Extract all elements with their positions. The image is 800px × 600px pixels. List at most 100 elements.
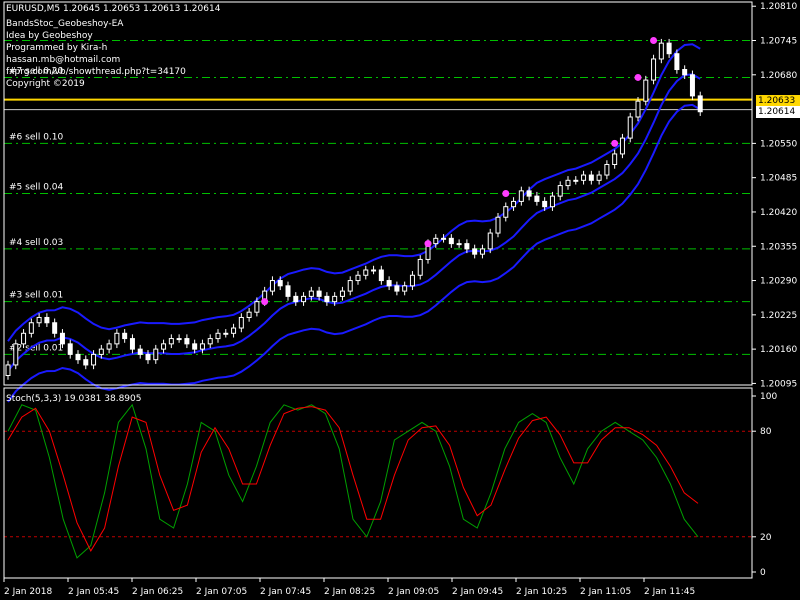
stoch-main-line bbox=[7, 403, 699, 559]
candle-body bbox=[176, 338, 182, 341]
stoch-tick-label: 0 bbox=[760, 568, 766, 578]
candle-body bbox=[59, 332, 65, 345]
time-tick-label: 2 Jan 10:25 bbox=[516, 587, 567, 597]
candle-body bbox=[402, 285, 408, 292]
stoch-tick-label: 100 bbox=[760, 392, 777, 402]
candle-body bbox=[153, 348, 159, 361]
sell-marker bbox=[634, 73, 642, 81]
candle-body bbox=[565, 179, 571, 187]
candle-body bbox=[666, 42, 672, 55]
candle-body bbox=[21, 332, 27, 345]
candle-body bbox=[441, 237, 447, 240]
candle-body bbox=[293, 295, 299, 303]
candle-body bbox=[448, 237, 454, 245]
stochastic-lines bbox=[7, 403, 699, 559]
stoch-tick-label: 20 bbox=[760, 533, 772, 543]
candle-body bbox=[588, 174, 594, 181]
candle-body bbox=[378, 269, 384, 282]
candle-body bbox=[371, 269, 377, 272]
price-tick-label: 1.20810 bbox=[760, 2, 797, 12]
candle-body bbox=[409, 274, 415, 287]
candle-body bbox=[308, 290, 314, 297]
bollinger-bands bbox=[7, 43, 701, 403]
candle-body bbox=[689, 74, 695, 97]
candle-body bbox=[596, 174, 602, 181]
time-tick-label: 2 Jan 07:05 bbox=[196, 587, 247, 597]
candle-body bbox=[223, 332, 229, 335]
programmed-line: Programmed by Kira-h bbox=[6, 43, 108, 53]
price-tick-label: 1.20420 bbox=[760, 208, 797, 218]
candle-body bbox=[129, 338, 135, 350]
candle-body bbox=[355, 274, 361, 282]
candle-body bbox=[332, 295, 338, 303]
candle-body bbox=[215, 332, 221, 340]
band-lower bbox=[7, 103, 701, 403]
candle-body bbox=[277, 280, 283, 287]
candle-body bbox=[549, 195, 555, 208]
candle-body bbox=[238, 316, 244, 329]
price-tick-label: 1.20745 bbox=[760, 37, 797, 47]
order-label: #6 sell 0.10 bbox=[9, 132, 64, 142]
candle-body bbox=[145, 353, 151, 361]
idea-line: Idea by Geobeshoy bbox=[6, 31, 93, 41]
price-tick-label: 1.20225 bbox=[760, 311, 797, 321]
chart-canvas[interactable]: #7 sell 0.20#6 sell 0.10#5 sell 0.04#4 s… bbox=[0, 0, 800, 600]
candle-body bbox=[479, 248, 485, 255]
candle-body bbox=[658, 42, 664, 60]
candle-body bbox=[324, 295, 330, 303]
candle-body bbox=[542, 200, 548, 208]
candle-body bbox=[137, 348, 143, 355]
price-tick-label: 1.20290 bbox=[760, 277, 797, 287]
candle-body bbox=[347, 280, 353, 292]
candle-body bbox=[604, 163, 610, 176]
candle-body bbox=[503, 206, 509, 218]
candle-body bbox=[534, 195, 540, 202]
candle-body bbox=[635, 100, 641, 118]
last-price-label: 1.20614 bbox=[756, 106, 800, 118]
candle-body bbox=[417, 258, 423, 276]
time-tick-label: 2 Jan 05:45 bbox=[68, 587, 119, 597]
candle-body bbox=[106, 343, 112, 350]
candle-body bbox=[269, 280, 275, 292]
stoch-label: Stoch(5,3,3) 19.0381 38.8905 bbox=[6, 394, 142, 404]
candle-body bbox=[526, 190, 532, 197]
candle-body bbox=[36, 316, 42, 324]
candle-body bbox=[518, 190, 524, 202]
ea-name: BandsStoc_Geobeshoy-EA bbox=[6, 19, 124, 29]
order-label: #4 sell 0.03 bbox=[9, 238, 63, 248]
candle-body bbox=[246, 311, 252, 318]
candle-body bbox=[682, 69, 688, 76]
candle-body bbox=[98, 348, 104, 355]
axes: 1.20810 1.20745 1.20680 1.20550 1.20485 1.204… bbox=[3, 1, 797, 597]
sell-marker bbox=[261, 298, 269, 306]
candle-body bbox=[28, 322, 34, 334]
candle-body bbox=[301, 295, 307, 303]
candle-body bbox=[254, 301, 260, 313]
time-tick-label: 2 Jan 11:05 bbox=[580, 587, 631, 597]
order-label: #3 sell 0.01 bbox=[9, 291, 63, 301]
sell-marker bbox=[650, 37, 658, 45]
candle-body bbox=[674, 53, 680, 71]
candle-body bbox=[161, 343, 167, 350]
candle-body bbox=[464, 243, 470, 250]
candle-body bbox=[643, 79, 649, 102]
candle-body bbox=[619, 137, 625, 155]
stoch-signal-line bbox=[7, 406, 699, 552]
candle-body bbox=[122, 332, 128, 340]
sell-marker bbox=[611, 139, 619, 147]
candle-body bbox=[339, 290, 345, 297]
sell-marker bbox=[502, 190, 510, 197]
candle-body bbox=[5, 364, 11, 377]
candle-body bbox=[394, 285, 400, 292]
price-tick-label: 1.20160 bbox=[760, 345, 797, 355]
symbol-line: EURUSD,M5 1.20645 1.20653 1.20613 1.2061… bbox=[6, 4, 221, 14]
price-tick-label: 1.20355 bbox=[760, 242, 797, 252]
candle-body bbox=[511, 200, 517, 208]
price-tick-label: 1.20680 bbox=[760, 71, 797, 81]
stoch-frame bbox=[3, 387, 753, 579]
candle-body bbox=[168, 338, 174, 345]
candle-body bbox=[52, 322, 58, 334]
price-tick-label: 1.20550 bbox=[760, 139, 797, 149]
candle-body bbox=[581, 174, 587, 181]
price-tick-label: 1.20485 bbox=[760, 174, 797, 184]
